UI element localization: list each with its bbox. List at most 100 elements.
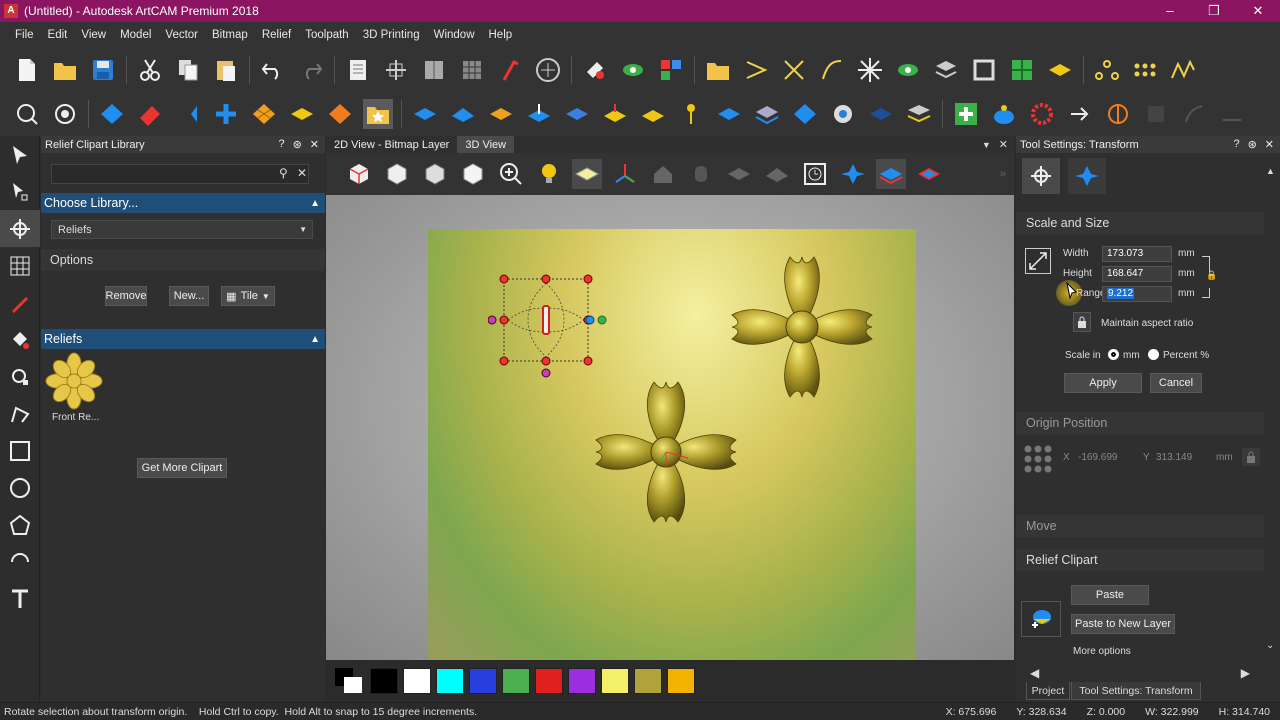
swatch-gold[interactable] — [667, 668, 695, 694]
height-input[interactable]: 168.647 — [1102, 266, 1172, 282]
menu-vector[interactable]: Vector — [158, 29, 205, 41]
zigzag-icon[interactable] — [1168, 55, 1198, 85]
zoom-in-icon[interactable] — [496, 159, 526, 189]
origin-x-value[interactable]: -169.699 — [1078, 452, 1117, 463]
save-icon[interactable] — [88, 55, 118, 85]
scale-size-header[interactable]: Scale and Size — [1016, 212, 1264, 234]
frame-icon[interactable] — [969, 55, 999, 85]
swatch-light-yellow[interactable] — [601, 668, 629, 694]
blue-fold-icon[interactable] — [448, 99, 478, 129]
scroll-down-icon[interactable]: ⌄ — [1266, 640, 1274, 651]
close-panel-icon[interactable]: ✕ — [310, 138, 319, 151]
origin-lock-icon[interactable] — [1242, 448, 1260, 466]
document-icon[interactable] — [343, 55, 373, 85]
paste-button[interactable]: Paste — [1071, 585, 1149, 605]
swatch-blue[interactable] — [469, 668, 497, 694]
circle-grid-icon[interactable] — [533, 55, 563, 85]
color-swap-icon[interactable] — [334, 667, 364, 695]
blue-gem-icon[interactable] — [790, 99, 820, 129]
remove-button[interactable]: Remove — [105, 286, 147, 306]
menu-bitmap[interactable]: Bitmap — [205, 29, 255, 41]
blue-star-plane-icon[interactable] — [838, 159, 868, 189]
yellow-down-icon[interactable] — [638, 99, 668, 129]
help-icon[interactable]: ? — [278, 138, 284, 151]
star-burst-icon[interactable] — [855, 55, 885, 85]
settings-pin-icon[interactable]: ⊛ — [1248, 138, 1257, 151]
relief-clipart-header[interactable]: Relief Clipart — [1016, 549, 1264, 571]
grid-icon[interactable] — [457, 55, 487, 85]
get-more-clipart-button[interactable]: Get More Clipart — [137, 458, 227, 478]
origin-y-value[interactable]: 313.149 — [1156, 452, 1192, 463]
cube-view-4-icon[interactable] — [458, 159, 488, 189]
orange-weave-icon[interactable] — [249, 99, 279, 129]
swatch-white[interactable] — [403, 668, 431, 694]
cube-view-1-icon[interactable] — [344, 159, 374, 189]
mirror-arrow-icon[interactable] — [1065, 99, 1095, 129]
library-search-input[interactable] — [51, 164, 309, 184]
blue-arrow-icon[interactable] — [173, 99, 203, 129]
plane-view-icon[interactable] — [572, 159, 602, 189]
axes-icon[interactable] — [610, 159, 640, 189]
settings-help-icon[interactable]: ? — [1233, 138, 1239, 151]
menu-window[interactable]: Window — [427, 29, 482, 41]
tab-3d-view[interactable]: 3D View — [457, 136, 515, 153]
close-view-icon[interactable]: ✕ — [999, 138, 1008, 151]
redo-icon[interactable] — [296, 55, 326, 85]
paste-new-layer-button[interactable]: Paste to New Layer — [1071, 614, 1175, 634]
clear-search-icon[interactable]: ✕ — [297, 166, 307, 180]
menu-toolpath[interactable]: Toolpath — [298, 29, 355, 41]
pencil-icon[interactable] — [0, 284, 40, 321]
globe-relief-icon[interactable] — [828, 99, 858, 129]
text-tool-icon[interactable] — [0, 580, 40, 617]
restore-button[interactable]: ❐ — [1192, 0, 1236, 22]
aspect-link-icon[interactable]: 🔒 — [1206, 270, 1217, 281]
choose-library-header[interactable]: Choose Library... ▲ — [41, 193, 325, 213]
swatch-purple[interactable] — [568, 668, 596, 694]
pin-panel-icon[interactable]: ⊛ — [293, 138, 302, 151]
menu-help[interactable]: Help — [482, 29, 520, 41]
menu-model[interactable]: Model — [113, 29, 158, 41]
width-input[interactable]: 173.073 — [1102, 246, 1172, 262]
scroll-up-icon[interactable]: ▲ — [1266, 166, 1275, 176]
scale-percent-radio[interactable] — [1148, 349, 1159, 360]
blue-pot-icon[interactable] — [989, 99, 1019, 129]
clipart-icon-button[interactable] — [1021, 601, 1061, 637]
swatch-green[interactable] — [502, 668, 530, 694]
blue-cross-icon[interactable] — [211, 99, 241, 129]
tabs-dropdown-icon[interactable]: ▼ — [982, 140, 991, 150]
split-icon[interactable] — [1103, 99, 1133, 129]
transform-selection[interactable] — [488, 269, 608, 379]
cut-icon[interactable] — [135, 55, 165, 85]
maintain-aspect-toggle[interactable] — [1073, 312, 1091, 332]
reliefs-section-header[interactable]: Reliefs ▲ — [41, 329, 325, 349]
yellow-tray-icon[interactable] — [1045, 55, 1075, 85]
blue-stack-icon[interactable] — [714, 99, 744, 129]
library-select[interactable]: Reliefs ▼ — [51, 220, 313, 239]
dots-icon[interactable] — [1130, 55, 1160, 85]
new-file-icon[interactable] — [12, 55, 42, 85]
tab-2d-view[interactable]: 2D View - Bitmap Layer — [326, 136, 457, 153]
blue-red-plane-icon[interactable] — [876, 159, 906, 189]
green-eye-icon[interactable] — [893, 55, 923, 85]
settings-close-icon[interactable]: ✕ — [1265, 138, 1274, 151]
menu-edit[interactable]: Edit — [41, 29, 75, 41]
orange-stripe-icon[interactable] — [486, 99, 516, 129]
menu-file[interactable]: File — [8, 29, 41, 41]
scale-mm-radio[interactable] — [1108, 349, 1119, 360]
tab-project[interactable]: Project — [1026, 682, 1070, 700]
zoom-box-icon[interactable] — [12, 99, 42, 129]
curve-vector-icon[interactable] — [817, 55, 847, 85]
3d-viewport[interactable] — [326, 195, 1014, 660]
transform-mode-button[interactable] — [1022, 158, 1060, 194]
minimize-button[interactable]: – — [1148, 0, 1192, 22]
red-blue-plane-icon[interactable] — [914, 159, 944, 189]
copy-icon[interactable] — [173, 55, 203, 85]
yellow-tile-icon[interactable] — [287, 99, 317, 129]
rectangle-icon[interactable] — [0, 432, 40, 469]
warp-mode-button[interactable] — [1068, 158, 1106, 194]
clock-icon[interactable] — [800, 159, 830, 189]
swatch-cyan[interactable] — [436, 668, 464, 694]
fill-bucket-icon[interactable] — [0, 321, 40, 358]
collapse-icon[interactable]: ▲ — [310, 198, 320, 209]
resize-lock-icon[interactable] — [1025, 248, 1051, 274]
